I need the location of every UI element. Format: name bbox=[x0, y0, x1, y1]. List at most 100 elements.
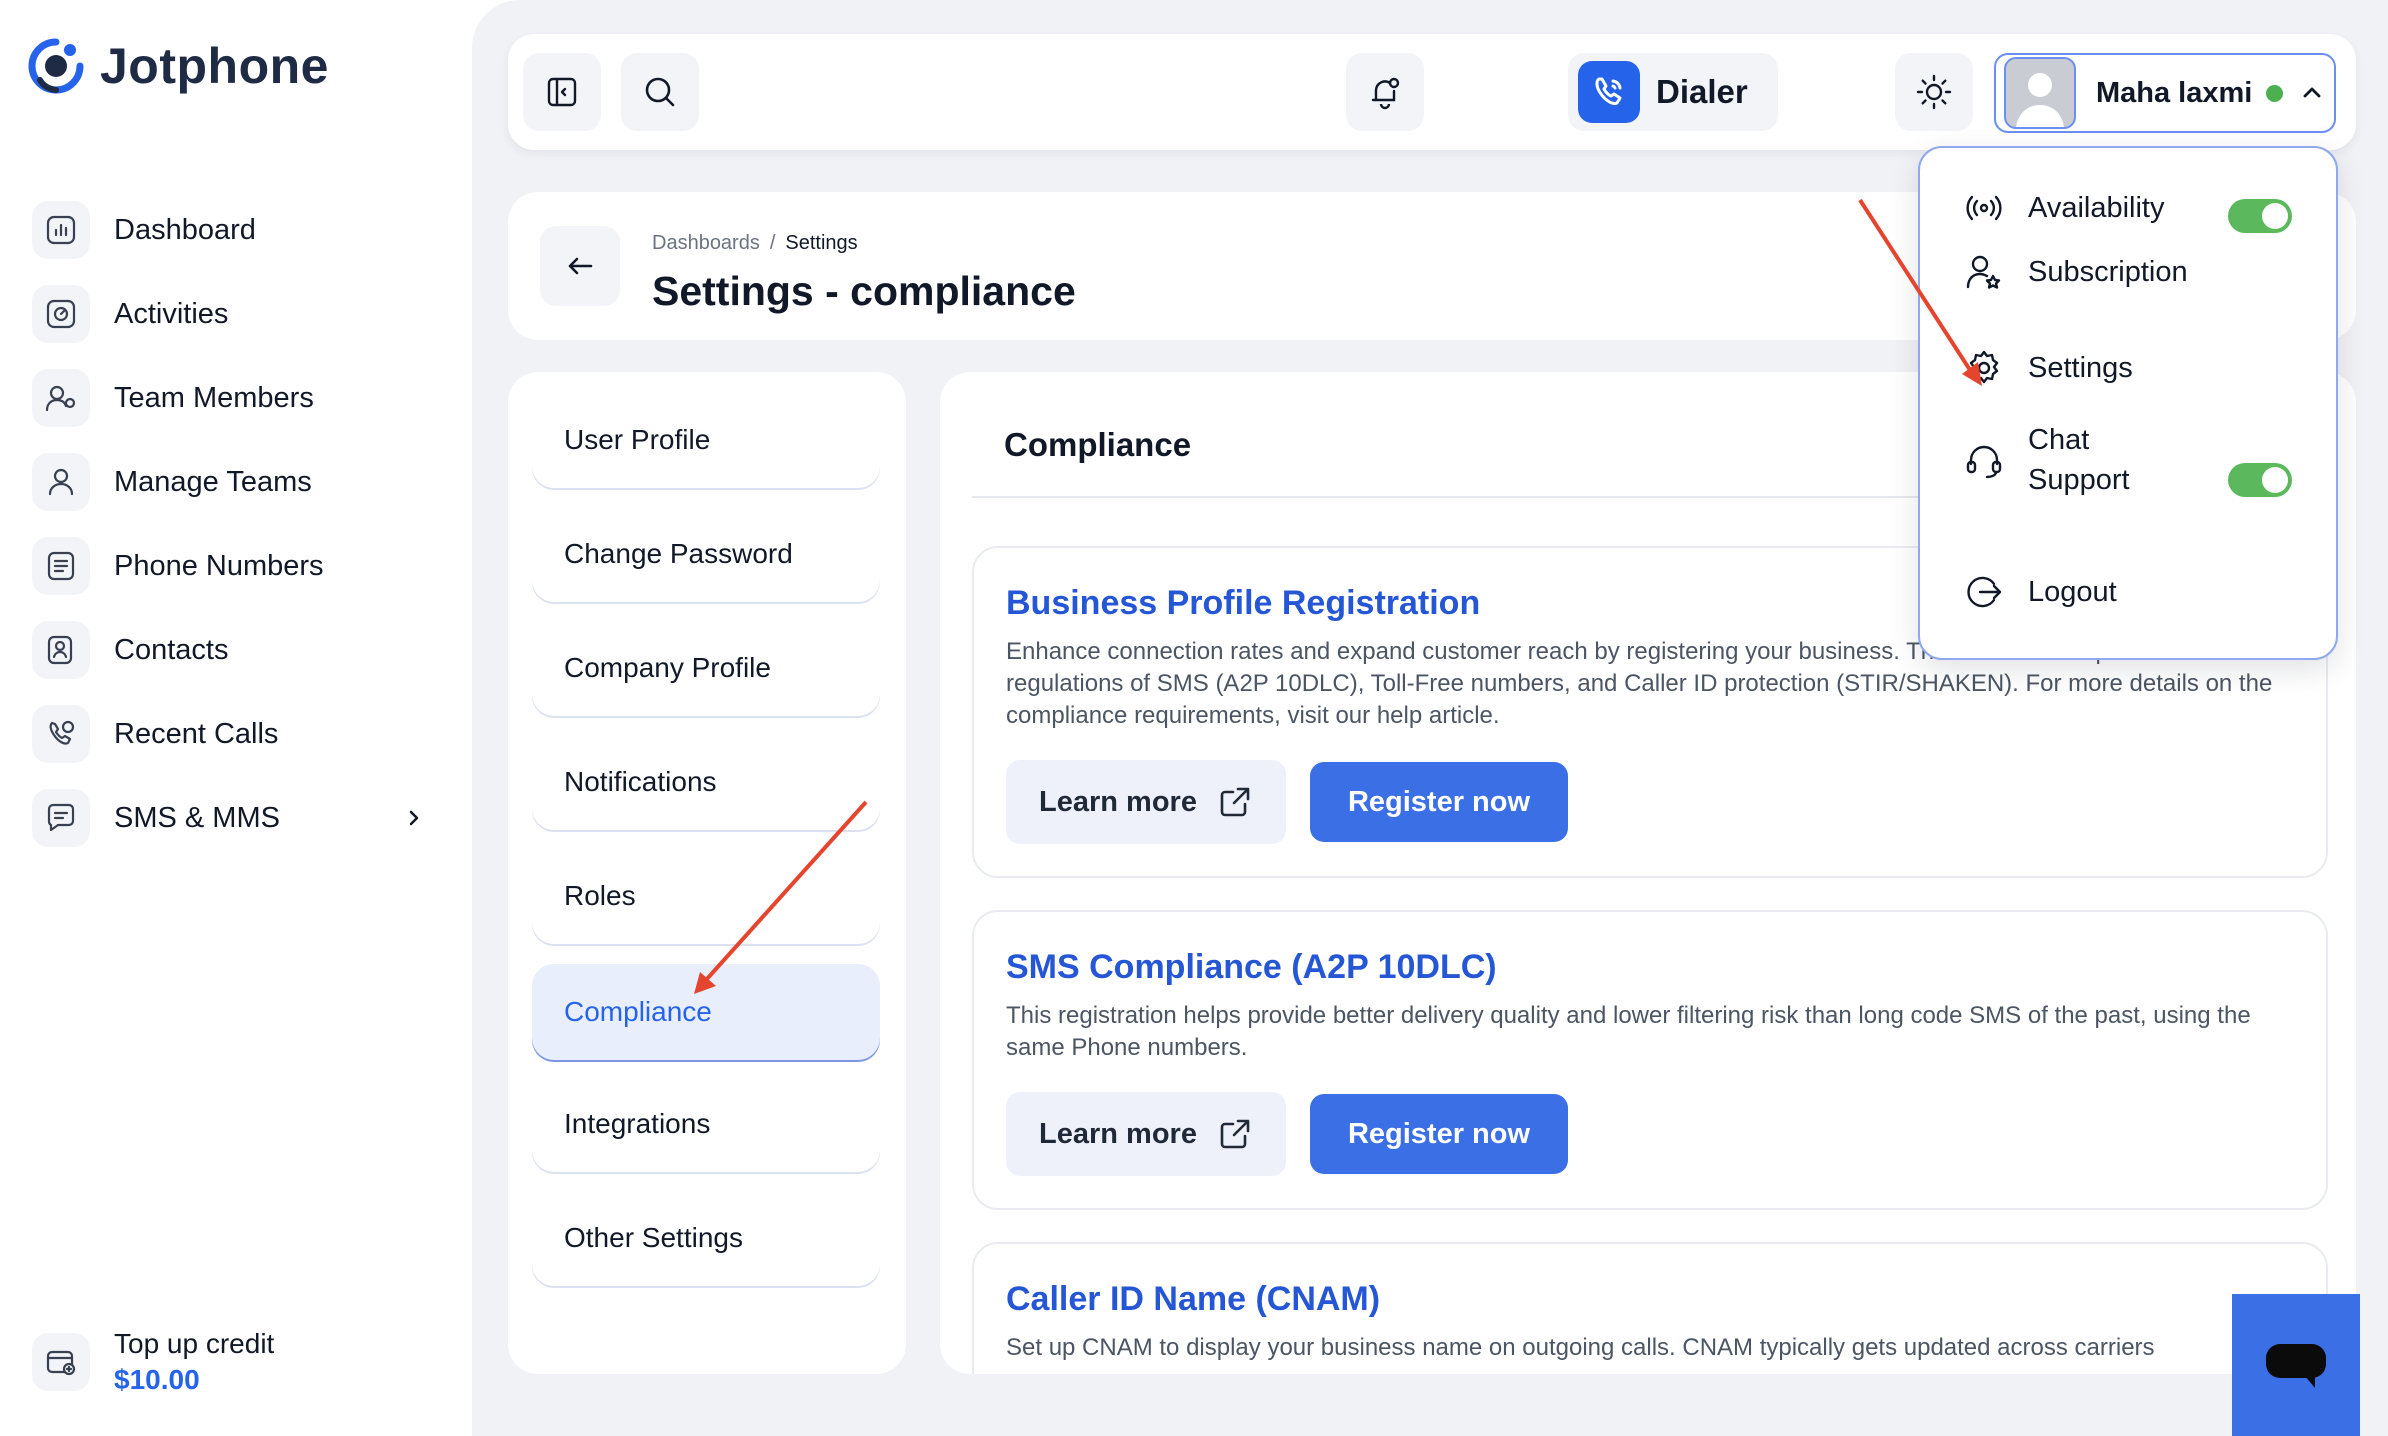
settings-menu-integrations[interactable]: Integrations bbox=[532, 1076, 880, 1172]
headset-icon bbox=[1964, 440, 2004, 480]
arrow-left-icon bbox=[563, 249, 597, 283]
breadcrumb-dashboards[interactable]: Dashboards bbox=[652, 232, 760, 255]
sidebar-item-recent-calls[interactable]: Recent Calls bbox=[32, 692, 432, 776]
search-icon bbox=[641, 73, 679, 111]
external-link-icon bbox=[1217, 1116, 1253, 1152]
settings-menu-change-password[interactable]: Change Password bbox=[532, 506, 880, 602]
sidebar-item-phone-numbers[interactable]: Phone Numbers bbox=[32, 524, 432, 608]
topup-label: Top up credit bbox=[114, 1328, 275, 1359]
user-settings-icon bbox=[32, 369, 90, 427]
learn-more-button[interactable]: Learn more bbox=[1006, 760, 1286, 844]
settings-menu-user-profile[interactable]: User Profile bbox=[532, 392, 880, 488]
brand-name: Jotphone bbox=[100, 38, 329, 94]
menu-item-label: Availability bbox=[2028, 192, 2165, 224]
sidebar-item-label: Contacts bbox=[114, 633, 229, 666]
phone-history-icon bbox=[32, 705, 90, 763]
chat-widget-button[interactable] bbox=[2232, 1294, 2360, 1436]
topup-text: Top up credit $10.00 bbox=[114, 1328, 274, 1396]
sidebar-item-dashboard[interactable]: Dashboard bbox=[32, 188, 432, 272]
theme-toggle-button[interactable] bbox=[1895, 53, 1973, 131]
sidebar: Jotphone Dashboard Activities Team Membe… bbox=[0, 0, 472, 1436]
contact-icon bbox=[32, 621, 90, 679]
sidebar-item-sms-mms[interactable]: SMS & MMS bbox=[32, 776, 432, 860]
breadcrumb-settings: Settings bbox=[785, 232, 858, 254]
user-name: Maha laxmi bbox=[2096, 76, 2253, 109]
topup-credit[interactable]: Top up credit $10.00 bbox=[32, 1328, 274, 1396]
section-title: Caller ID Name (CNAM) bbox=[1006, 1280, 1381, 1318]
wallet-icon bbox=[32, 1333, 90, 1391]
sidebar-item-label: Dashboard bbox=[114, 213, 256, 246]
register-now-button[interactable]: Register now bbox=[1310, 1094, 1568, 1174]
register-now-button[interactable]: Register now bbox=[1310, 762, 1568, 842]
settings-menu-notifications[interactable]: Notifications bbox=[532, 734, 880, 830]
sidebar-item-manage-teams[interactable]: Manage Teams bbox=[32, 440, 432, 524]
top-bar: Dialer Maha laxmi bbox=[508, 34, 2356, 150]
external-link-icon bbox=[1217, 784, 1253, 820]
menu-item-label: Chat Support bbox=[2028, 424, 2130, 496]
availability-toggle[interactable] bbox=[2228, 199, 2292, 233]
sidebar-item-label: Team Members bbox=[114, 381, 314, 414]
settings-menu-compliance[interactable]: Compliance bbox=[532, 964, 880, 1060]
sidebar-nav: Dashboard Activities Team Members Manage… bbox=[32, 188, 432, 860]
sidebar-item-label: Manage Teams bbox=[114, 465, 312, 498]
online-status-dot bbox=[2266, 84, 2284, 102]
back-button[interactable] bbox=[540, 226, 620, 306]
phone-icon bbox=[1578, 61, 1640, 123]
sidebar-collapse-icon bbox=[544, 74, 580, 110]
logout-icon bbox=[1964, 572, 2004, 612]
menu-item-settings[interactable]: Settings bbox=[1964, 348, 2133, 388]
sidebar-item-label: Recent Calls bbox=[114, 717, 279, 750]
collapse-sidebar-button[interactable] bbox=[523, 53, 601, 131]
settings-menu-roles[interactable]: Roles bbox=[532, 848, 880, 944]
settings-menu-company-profile[interactable]: Company Profile bbox=[532, 620, 880, 716]
sidebar-item-activities[interactable]: Activities bbox=[32, 272, 432, 356]
settings-menu: User Profile Change Password Company Pro… bbox=[508, 372, 906, 1374]
brand[interactable]: Jotphone bbox=[26, 36, 329, 96]
activity-icon bbox=[32, 285, 90, 343]
sidebar-item-contacts[interactable]: Contacts bbox=[32, 608, 432, 692]
dialer-button[interactable]: Dialer bbox=[1568, 53, 1778, 131]
toggle-knob bbox=[2262, 467, 2288, 493]
search-button[interactable] bbox=[621, 53, 699, 131]
toggle-knob bbox=[2262, 203, 2288, 229]
avatar bbox=[2004, 57, 2076, 129]
menu-item-chat-support[interactable]: Chat Support bbox=[1964, 420, 2178, 500]
learn-more-label: Learn more bbox=[1039, 785, 1197, 818]
notifications-button[interactable] bbox=[1346, 53, 1424, 131]
topup-amount: $10.00 bbox=[114, 1364, 200, 1395]
broadcast-icon bbox=[1964, 188, 2004, 228]
message-icon bbox=[32, 789, 90, 847]
chat-support-toggle[interactable] bbox=[2228, 463, 2292, 497]
page-title: Settings - compliance bbox=[652, 268, 1076, 314]
chat-bubble-icon bbox=[2263, 1338, 2329, 1392]
chevron-up-icon bbox=[2301, 82, 2323, 104]
bell-icon bbox=[1366, 73, 1404, 111]
sms-compliance-section: SMS Compliance (A2P 10DLC) This registra… bbox=[972, 910, 2328, 1210]
learn-more-button[interactable]: Learn more bbox=[1006, 1092, 1286, 1176]
settings-menu-other-settings[interactable]: Other Settings bbox=[532, 1190, 880, 1286]
content-title: Compliance bbox=[1004, 426, 1192, 463]
user-star-icon bbox=[1964, 252, 2004, 292]
sidebar-item-team-members[interactable]: Team Members bbox=[32, 356, 432, 440]
user-menu-button[interactable]: Maha laxmi bbox=[1994, 53, 2336, 133]
sun-icon bbox=[1915, 73, 1953, 111]
chevron-right-icon bbox=[404, 808, 424, 828]
breadcrumb: Dashboards / Settings bbox=[652, 232, 858, 255]
learn-more-label: Learn more bbox=[1039, 1117, 1197, 1150]
users-icon bbox=[32, 453, 90, 511]
user-dropdown-menu: Availability Subscription Settings Chat … bbox=[1918, 146, 2338, 660]
sidebar-item-label: Phone Numbers bbox=[114, 549, 324, 582]
menu-item-logout[interactable]: Logout bbox=[1964, 572, 2117, 612]
cnam-section: Caller ID Name (CNAM) Set up CNAM to dis… bbox=[972, 1242, 2328, 1374]
chart-icon bbox=[32, 201, 90, 259]
menu-item-label: Logout bbox=[2028, 576, 2117, 608]
section-description: This registration helps provide better d… bbox=[1006, 1002, 2251, 1061]
section-title: Business Profile Registration bbox=[1006, 584, 1481, 622]
jotphone-logo-icon bbox=[26, 36, 86, 96]
gear-icon bbox=[1964, 348, 2004, 388]
menu-item-subscription[interactable]: Subscription bbox=[1964, 252, 2188, 292]
section-description: Set up CNAM to display your business nam… bbox=[1006, 1334, 2155, 1361]
menu-item-availability[interactable]: Availability bbox=[1964, 188, 2164, 228]
section-title: SMS Compliance (A2P 10DLC) bbox=[1006, 948, 1497, 986]
menu-item-label: Settings bbox=[2028, 352, 2133, 384]
